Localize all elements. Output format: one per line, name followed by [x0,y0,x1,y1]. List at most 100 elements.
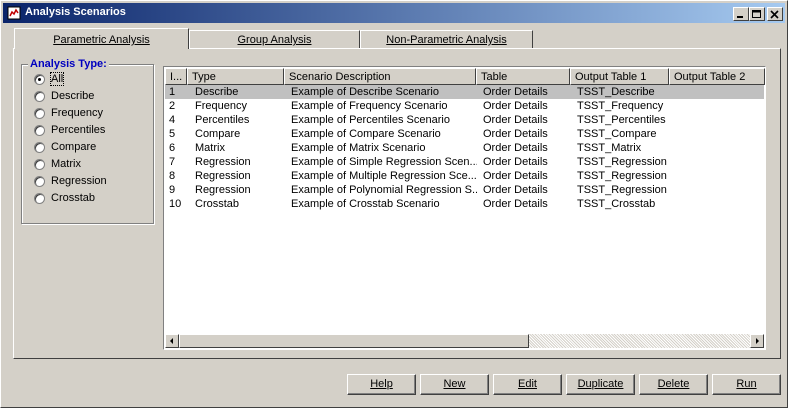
column-header-output-table-1[interactable]: Output Table 1 [570,68,669,85]
table-cell: TSST_Crosstab [577,198,656,210]
table-cell: Regression [195,156,251,168]
close-button[interactable] [767,7,783,21]
table-row[interactable]: 2 Frequency Example of Frequency Scenario O… [165,99,764,113]
table-cell: Percentiles [195,114,250,126]
new-button[interactable]: New [420,374,489,395]
table-cell: Example of Compare Scenario [291,128,441,140]
analysis-scenarios-window: Analysis Scenarios Parametric Analysis G… [0,0,788,408]
scroll-right-button[interactable] [750,334,764,348]
title-bar[interactable]: Analysis Scenarios [3,3,785,23]
run-button[interactable]: Run [712,374,781,395]
table-row[interactable]: 1 Describe Example of Describe Scenario Ord… [165,85,764,99]
app-icon [7,6,21,20]
column-header-id[interactable]: I... [165,68,187,85]
tab-label: Parametric Analysis [53,34,150,46]
table-cell: Frequency [195,100,247,112]
table-cell: Regression [195,184,251,196]
table-cell: Compare [195,128,241,140]
button-label: Delete [657,378,690,390]
tab-label: Group Analysis [237,34,312,46]
column-header-description[interactable]: Scenario Description [284,68,476,85]
table-cell: Order Details [483,184,548,196]
table-cell: Example of Describe Scenario [291,86,439,98]
radio-label: Compare [51,141,97,153]
table-cell: 5 [169,128,176,140]
table-row[interactable]: 4 Percentiles Example of Percentiles Scena… [165,113,764,127]
radio-label: Matrix [51,158,81,170]
radio-circle [34,193,45,204]
tab-parametric-analysis[interactable]: Parametric Analysis [14,28,189,49]
maximize-icon [752,10,761,18]
radio-label: Percentiles [51,124,106,136]
radio-dot [38,78,41,81]
table-cell: TSST_Regression [577,170,667,182]
maximize-button[interactable] [749,7,765,21]
table-cell: Order Details [483,170,548,182]
button-label: New [443,378,466,390]
table-cell: 4 [169,114,176,126]
column-header-table[interactable]: Table [476,68,570,85]
table-cell: TSST_Compare [577,128,657,140]
table-cell: Regression [195,170,251,182]
radio-circle [34,91,45,102]
table-cell: Order Details [483,156,548,168]
table-cell: 2 [169,100,176,112]
table-row[interactable]: 8 Regression Example of Multiple Regressio… [165,169,764,183]
table-cell: TSST_Regression [577,184,667,196]
tab-label: Non-Parametric Analysis [386,34,507,46]
table-cell: Describe [195,86,239,98]
radio-label: Regression [51,175,107,187]
column-header-type[interactable]: Type [187,68,284,85]
table-cell: Order Details [483,128,548,140]
table-cell: Example of Crosstab Scenario [291,198,440,210]
tab-non-parametric-analysis[interactable]: Non-Parametric Analysis [360,30,533,48]
radio-circle [34,159,45,170]
table-row[interactable]: 7 Regression Example of Simple Regression … [165,155,764,169]
table-cell: Order Details [483,114,548,126]
table-cell: 1 [169,86,176,98]
table-cell: Order Details [483,142,548,154]
table-cell: Crosstab [195,198,240,210]
button-label: Help [370,378,393,390]
radio-label: Frequency [51,107,103,119]
table-row[interactable]: 6 Matrix Example of Matrix Scenario Order D… [165,141,764,155]
table-row[interactable]: 10 Crosstab Example of Crosstab Scenario Or… [165,197,764,211]
radio-circle [34,108,45,119]
analysis-type-legend: Analysis Type: [28,58,109,70]
close-icon [770,10,779,19]
help-button[interactable]: Help [347,374,416,395]
table-cell: Example of Multiple Regression Sce... [291,170,477,182]
radio-circle [34,142,45,153]
duplicate-button[interactable]: Duplicate [566,374,635,395]
radio-label: Crosstab [51,192,96,204]
button-label: Edit [518,378,537,390]
edit-button[interactable]: Edit [493,374,562,395]
button-label: Duplicate [577,378,624,390]
minimize-button[interactable] [733,7,749,21]
radio-circle [34,176,45,187]
scroll-left-button[interactable] [165,334,179,348]
table-cell: 9 [169,184,176,196]
table-cell: TSST_Describe [577,86,655,98]
table-cell: Order Details [483,86,548,98]
radio-label: All [49,72,65,86]
table-row[interactable]: 9 Regression Example of Polynomial Regress… [165,183,764,197]
table-cell: Example of Percentiles Scenario [291,114,450,126]
horizontal-scrollbar[interactable] [165,334,764,348]
table-cell: TSST_Matrix [577,142,642,154]
column-header-output-table-2[interactable]: Output Table 2 [669,68,765,85]
tab-group-analysis[interactable]: Group Analysis [189,30,360,48]
radio-label: Describe [51,90,95,102]
table-row[interactable]: 5 Compare Example of Compare Scenario Order… [165,127,764,141]
delete-button[interactable]: Delete [639,374,708,395]
scroll-thumb[interactable] [179,334,529,348]
table-cell: TSST_Frequency [577,100,664,112]
table-cell: Matrix [195,142,225,154]
table-cell: Order Details [483,198,548,210]
scenario-list[interactable]: I... Type Scenario Description Table Out… [163,66,766,350]
minimize-icon [737,16,743,18]
table-cell: TSST_Regression [577,156,667,168]
table-cell: 10 [169,198,182,210]
table-cell: TSST_Percentiles [577,114,666,126]
table-cell: Order Details [483,100,548,112]
